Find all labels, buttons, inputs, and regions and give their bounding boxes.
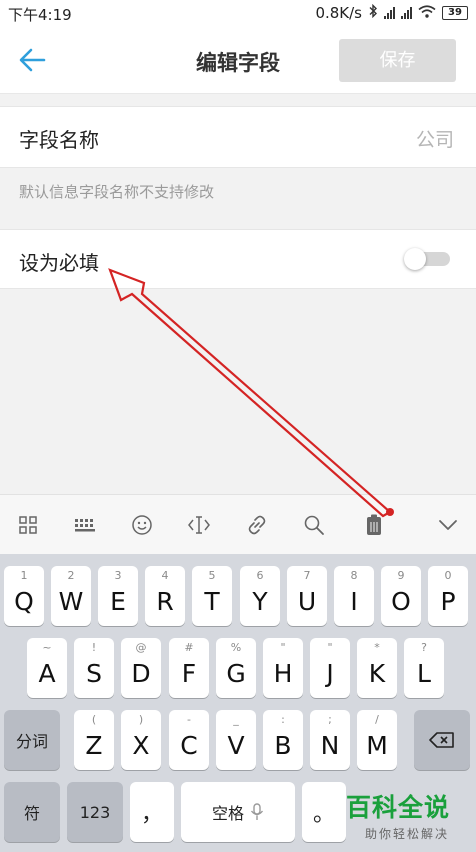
- key-m[interactable]: / M: [357, 710, 397, 770]
- key-a[interactable]: ~ A: [27, 638, 67, 698]
- cursor-icon[interactable]: [183, 509, 215, 541]
- signal-icon: [384, 7, 395, 19]
- key-j[interactable]: " J: [310, 638, 350, 698]
- comma-key[interactable]: ，: [130, 782, 174, 842]
- key-c[interactable]: -C: [169, 710, 209, 770]
- signal-icon-2: [401, 7, 412, 19]
- field-name-hint: 默认信息字段名称不支持修改: [19, 183, 215, 201]
- key-g[interactable]: % G: [216, 638, 256, 698]
- save-button[interactable]: 保存: [339, 39, 456, 82]
- status-time: 下午4:19: [8, 6, 72, 24]
- grid-icon[interactable]: [12, 509, 44, 541]
- microphone-icon: [250, 803, 264, 820]
- watermark-subtitle: 助你轻松解决: [364, 827, 449, 841]
- key-f[interactable]: # F: [169, 638, 209, 698]
- field-name-label: 字段名称: [19, 128, 99, 152]
- symbol-key[interactable]: 符: [4, 782, 60, 842]
- field-name-value: 公司: [415, 129, 454, 151]
- space-key[interactable]: 空格: [181, 782, 295, 842]
- toggle-knob: [404, 248, 426, 270]
- key-k[interactable]: * K: [357, 638, 397, 698]
- key-n[interactable]: ; N: [310, 710, 350, 770]
- field-name-row: 字段名称 公司: [0, 106, 476, 168]
- key-x[interactable]: ) X: [121, 710, 161, 770]
- key-t[interactable]: 5T: [192, 566, 232, 626]
- wifi-icon: [418, 4, 436, 22]
- collapse-keyboard-icon[interactable]: [432, 509, 464, 541]
- period-key[interactable]: 。: [302, 782, 346, 842]
- key-z[interactable]: (Z: [74, 710, 114, 770]
- battery-icon: 39: [442, 6, 468, 20]
- required-toggle[interactable]: [404, 248, 454, 270]
- bluetooth-icon: [368, 3, 378, 22]
- key-i[interactable]: 8I: [334, 566, 374, 626]
- watermark-title: 百科全说: [346, 793, 451, 822]
- key-v[interactable]: _ V: [216, 710, 256, 770]
- key-w[interactable]: 2W: [51, 566, 91, 626]
- backspace-key[interactable]: [414, 710, 470, 770]
- watermark-logo: 百科全说 助你轻松解决: [346, 788, 468, 846]
- key-e[interactable]: 3E: [98, 566, 138, 626]
- key-o[interactable]: 9O: [381, 566, 421, 626]
- edit-field-screen: 下午4:19 0.8K/s 39 编辑字段 保存 字段名称 公司 默认信息字段名…: [0, 0, 476, 852]
- required-label: 设为必填: [19, 251, 99, 275]
- key-r[interactable]: 4R: [145, 566, 185, 626]
- network-speed: 0.8K/s: [315, 4, 362, 22]
- link-icon[interactable]: [241, 509, 273, 541]
- segmentation-key[interactable]: 分词: [4, 710, 60, 770]
- backspace-icon: [414, 710, 470, 770]
- status-icons: 0.8K/s 39: [315, 3, 468, 22]
- key-s[interactable]: ! S: [74, 638, 114, 698]
- number-key[interactable]: 123: [67, 782, 123, 842]
- key-q[interactable]: 1Q: [4, 566, 44, 626]
- keyboard-toolbar: [0, 494, 476, 554]
- title-bar: 编辑字段 保存: [0, 28, 476, 94]
- status-bar: 下午4:19 0.8K/s 39: [0, 0, 476, 28]
- key-u[interactable]: 7U: [287, 566, 327, 626]
- key-d[interactable]: @ D: [121, 638, 161, 698]
- emoji-icon[interactable]: [126, 509, 158, 541]
- key-y[interactable]: 6Y: [240, 566, 280, 626]
- search-icon[interactable]: [298, 509, 330, 541]
- key-p[interactable]: 0P: [428, 566, 468, 626]
- key-h[interactable]: " H: [263, 638, 303, 698]
- required-row: 设为必填: [0, 229, 476, 289]
- keyboard-icon[interactable]: [69, 509, 101, 541]
- clipboard-icon[interactable]: [358, 509, 390, 541]
- key-b[interactable]: :B: [263, 710, 303, 770]
- key-l[interactable]: ? L: [404, 638, 444, 698]
